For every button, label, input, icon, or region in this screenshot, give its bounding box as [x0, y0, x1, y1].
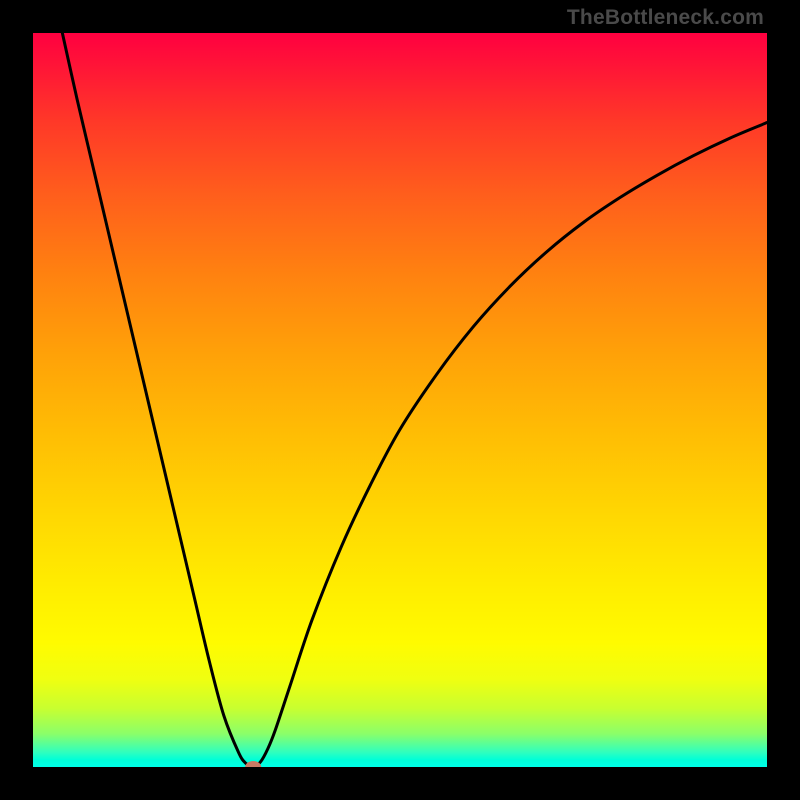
watermark-text: TheBottleneck.com — [567, 6, 764, 30]
plot-area — [33, 33, 767, 767]
curve-layer — [33, 33, 767, 767]
bottleneck-curve — [62, 33, 767, 767]
chart-frame: TheBottleneck.com — [0, 0, 800, 800]
